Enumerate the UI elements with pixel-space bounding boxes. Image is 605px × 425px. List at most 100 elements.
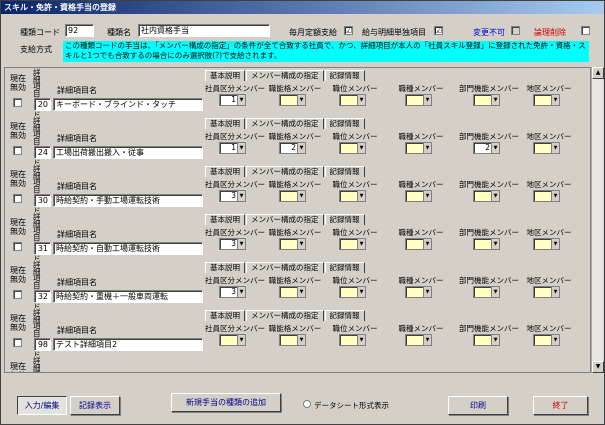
chevron-down-icon[interactable]: ▼: [237, 143, 245, 153]
member-combo-job[interactable]: ▼: [405, 238, 432, 250]
member-combo-area[interactable]: ▼: [533, 142, 560, 154]
chevron-down-icon[interactable]: ▼: [491, 287, 499, 297]
datasheet-radio[interactable]: [303, 400, 311, 408]
detail-name-field[interactable]: 時給契約・重機＋一般車両運転: [53, 290, 203, 303]
detail-code-field[interactable]: 30: [34, 194, 51, 207]
member-combo-dept[interactable]: ▼: [473, 94, 500, 106]
member-combo-grade[interactable]: ▼: [279, 286, 306, 298]
tab-record-info[interactable]: 記録情報: [324, 118, 365, 129]
vertical-scrollbar[interactable]: ▲ ▼: [591, 67, 604, 373]
detail-name-field[interactable]: テスト詳細項目2: [53, 338, 203, 351]
type-code-field[interactable]: 92: [65, 24, 94, 37]
member-combo-dept[interactable]: ▼: [473, 238, 500, 250]
chevron-down-icon[interactable]: ▼: [551, 191, 559, 201]
member-combo-dept[interactable]: ▼: [473, 190, 500, 202]
current-invalid-checkbox[interactable]: [13, 338, 22, 347]
chevron-down-icon[interactable]: ▼: [237, 95, 245, 105]
detail-code-field[interactable]: 24: [34, 146, 51, 159]
chevron-down-icon[interactable]: ▼: [357, 287, 365, 297]
member-combo-rank[interactable]: ▼: [339, 334, 366, 346]
member-combo-dept[interactable]: ▼: [473, 334, 500, 346]
tab-member-composition[interactable]: メンバー構成の指定: [246, 70, 324, 81]
chevron-down-icon[interactable]: ▼: [423, 287, 431, 297]
member-combo-emp[interactable]: ▼: [219, 334, 246, 346]
no-change-checkbox[interactable]: [511, 26, 520, 35]
member-combo-job[interactable]: ▼: [405, 94, 432, 106]
member-combo-dept[interactable]: 2 ▼: [473, 142, 500, 154]
current-invalid-checkbox[interactable]: [13, 194, 22, 203]
end-button[interactable]: 終了: [533, 396, 588, 415]
chevron-down-icon[interactable]: ▼: [551, 95, 559, 105]
detail-code-field[interactable]: 98: [34, 338, 51, 351]
chevron-down-icon[interactable]: ▼: [551, 335, 559, 345]
chevron-down-icon[interactable]: ▼: [237, 239, 245, 249]
member-combo-area[interactable]: ▼: [533, 238, 560, 250]
detail-code-field[interactable]: 32: [34, 290, 51, 303]
member-combo-rank[interactable]: ▼: [339, 190, 366, 202]
member-combo-job[interactable]: ▼: [405, 190, 432, 202]
chevron-down-icon[interactable]: ▼: [297, 143, 305, 153]
member-combo-emp[interactable]: 3 ▼: [219, 238, 246, 250]
chevron-down-icon[interactable]: ▼: [491, 143, 499, 153]
member-combo-area[interactable]: ▼: [533, 190, 560, 202]
detail-code-field[interactable]: 20: [34, 98, 51, 111]
member-combo-emp[interactable]: 3 ▼: [219, 286, 246, 298]
tab-basic-description[interactable]: 基本説明: [205, 118, 245, 129]
member-combo-grade[interactable]: ▼: [279, 238, 306, 250]
detail-name-field[interactable]: 時給契約・自動工場運転技術: [53, 242, 203, 255]
member-combo-area[interactable]: ▼: [533, 334, 560, 346]
fixed-monthly-checkbox[interactable]: ☑: [344, 26, 353, 35]
current-invalid-checkbox[interactable]: [13, 242, 22, 251]
chevron-down-icon[interactable]: ▼: [357, 335, 365, 345]
member-combo-grade[interactable]: ▼: [279, 190, 306, 202]
member-combo-grade[interactable]: ▼: [279, 94, 306, 106]
tab-record-info[interactable]: 記録情報: [324, 70, 365, 81]
chevron-down-icon[interactable]: ▼: [551, 287, 559, 297]
type-name-field[interactable]: 社内資格手当: [138, 24, 270, 37]
member-combo-area[interactable]: ▼: [533, 286, 560, 298]
chevron-down-icon[interactable]: ▼: [491, 95, 499, 105]
member-combo-emp[interactable]: 3 ▼: [219, 190, 246, 202]
scroll-up-arrow-icon[interactable]: ▲: [592, 67, 604, 79]
detail-name-field[interactable]: 工場出荷搬出搬入・従事: [53, 146, 203, 159]
member-combo-dept[interactable]: ▼: [473, 286, 500, 298]
payslip-checkbox[interactable]: ☑: [434, 26, 443, 35]
detail-name-field[interactable]: 時給契約・手動工場運転技術: [53, 194, 203, 207]
member-combo-job[interactable]: ▼: [405, 142, 432, 154]
tab-record-info[interactable]: 記録情報: [324, 310, 365, 321]
member-combo-rank[interactable]: ▼: [339, 142, 366, 154]
chevron-down-icon[interactable]: ▼: [237, 335, 245, 345]
current-invalid-checkbox[interactable]: [13, 98, 22, 107]
detail-code-field[interactable]: 31: [34, 242, 51, 255]
chevron-down-icon[interactable]: ▼: [491, 239, 499, 249]
member-combo-rank[interactable]: ▼: [339, 238, 366, 250]
chevron-down-icon[interactable]: ▼: [551, 239, 559, 249]
chevron-down-icon[interactable]: ▼: [297, 95, 305, 105]
input-edit-button[interactable]: 入力/編集: [17, 396, 67, 415]
chevron-down-icon[interactable]: ▼: [423, 143, 431, 153]
tab-record-info[interactable]: 記録情報: [324, 166, 365, 177]
chevron-down-icon[interactable]: ▼: [357, 239, 365, 249]
tab-basic-description[interactable]: 基本説明: [205, 70, 245, 81]
member-combo-grade[interactable]: 2 ▼: [279, 142, 306, 154]
tab-basic-description[interactable]: 基本説明: [205, 310, 245, 321]
chevron-down-icon[interactable]: ▼: [423, 95, 431, 105]
tab-member-composition[interactable]: メンバー構成の指定: [246, 214, 324, 225]
chevron-down-icon[interactable]: ▼: [357, 95, 365, 105]
tab-member-composition[interactable]: メンバー構成の指定: [246, 310, 324, 321]
tab-record-info[interactable]: 記録情報: [324, 262, 365, 273]
member-combo-grade[interactable]: ▼: [279, 334, 306, 346]
chevron-down-icon[interactable]: ▼: [357, 143, 365, 153]
chevron-down-icon[interactable]: ▼: [551, 143, 559, 153]
chevron-down-icon[interactable]: ▼: [297, 287, 305, 297]
current-invalid-checkbox[interactable]: [13, 146, 22, 155]
print-button[interactable]: 印刷: [448, 396, 508, 415]
detail-name-field[interactable]: キーボード・ブラインド・タッチ: [53, 98, 203, 111]
member-combo-emp[interactable]: 1 ▼: [219, 94, 246, 106]
chevron-down-icon[interactable]: ▼: [237, 287, 245, 297]
member-combo-emp[interactable]: 1 ▼: [219, 142, 246, 154]
chevron-down-icon[interactable]: ▼: [297, 335, 305, 345]
record-view-button[interactable]: 記録表示: [70, 396, 120, 415]
member-combo-rank[interactable]: ▼: [339, 94, 366, 106]
scroll-down-arrow-icon[interactable]: ▼: [592, 361, 604, 373]
